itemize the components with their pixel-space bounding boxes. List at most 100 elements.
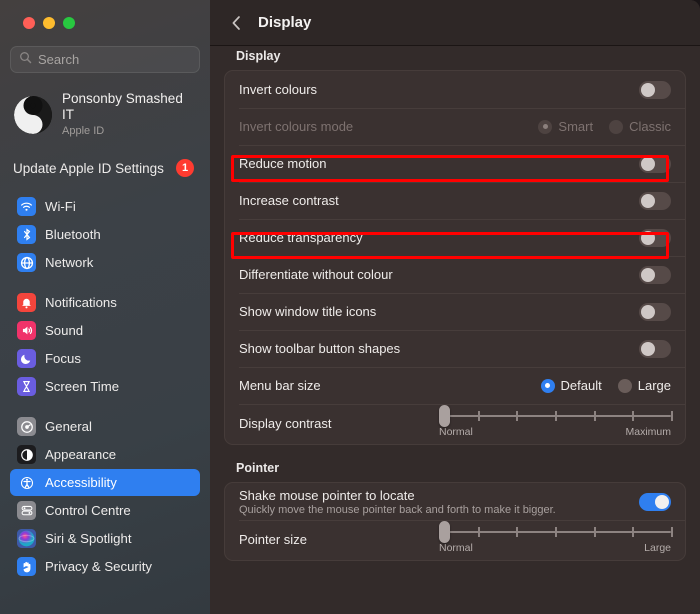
radio-option-large[interactable]: Large: [617, 378, 671, 393]
radio-option-smart[interactable]: Smart: [538, 119, 593, 134]
row-label: Show window title icons: [239, 304, 377, 319]
sidebar-item-siri-spotlight[interactable]: Siri & Spotlight: [10, 525, 200, 552]
search-field[interactable]: Search: [10, 46, 200, 73]
sidebar-item-accessibility[interactable]: Accessibility: [10, 469, 200, 496]
sidebar-item-bluetooth[interactable]: Bluetooth: [10, 221, 200, 248]
sidebar-item-label: Accessibility: [45, 475, 117, 490]
toggle-knob: [641, 82, 655, 97]
search-icon: [19, 51, 32, 69]
row-label: Pointer size: [239, 532, 307, 547]
radio-option-default[interactable]: Default: [540, 378, 602, 393]
minimize-button[interactable]: [43, 17, 55, 29]
toggle-invert-colours[interactable]: [639, 80, 671, 99]
sidebar-item-label: Control Centre: [45, 503, 131, 518]
row-text: Show window title icons: [239, 304, 376, 319]
row-reduce-transparency[interactable]: Reduce transparency: [225, 219, 685, 256]
row-show-toolbar-button-shapes[interactable]: Show toolbar button shapes: [225, 330, 685, 367]
main-panel: Display Display Invert colours Invert colo…: [210, 0, 700, 614]
sidebar-item-notifications[interactable]: Notifications: [10, 289, 200, 316]
sidebar-item-control-centre[interactable]: Control Centre: [10, 497, 200, 524]
radio-group-menu-bar-size: Default Large: [540, 378, 671, 393]
radio-group-invert-colours-mode: Smart Classic: [538, 119, 671, 134]
sidebar-item-label: Appearance: [45, 447, 117, 462]
toggle-differentiate-without-colour[interactable]: [639, 265, 671, 284]
slider-tick: [555, 527, 557, 537]
wifi-icon: [17, 197, 36, 216]
row-text: Invert colours: [239, 82, 317, 97]
close-button[interactable]: [23, 17, 35, 29]
row-show-window-title-icons[interactable]: Show window title icons: [225, 293, 685, 330]
radio-option-label: Large: [637, 378, 671, 393]
sidebar-item-appearance[interactable]: Appearance: [10, 441, 200, 468]
radio-option-classic[interactable]: Classic: [609, 119, 671, 134]
page-title: Display: [258, 14, 312, 31]
sidebar-item-network[interactable]: Network: [10, 249, 200, 276]
update-apple-id-settings-item[interactable]: Update Apple ID Settings 1: [10, 156, 200, 180]
toggle-reduce-transparency[interactable]: [639, 228, 671, 247]
slider-track[interactable]: [439, 521, 673, 543]
slider-tick: [477, 527, 480, 537]
settings-scroll-area[interactable]: Display Invert colours Invert colours mode…: [210, 46, 700, 614]
toggle-knob: [641, 267, 655, 282]
radio-option-label: Classic: [629, 119, 671, 134]
slider-max-label: Large: [644, 542, 671, 554]
system-settings-window: Search Ponsonby Smashed IT Apple ID Upda…: [0, 0, 700, 614]
apple-id-account-item[interactable]: Ponsonby Smashed IT Apple ID: [10, 87, 200, 142]
contrast-icon: [17, 445, 36, 464]
slider-track[interactable]: [439, 405, 673, 427]
moon-icon: [17, 349, 36, 368]
chevron-left-icon[interactable]: [228, 15, 244, 31]
row-text: Increase contrast: [239, 193, 339, 208]
toggle-show-toolbar-button-shapes[interactable]: [639, 339, 671, 358]
window-controls: [10, 0, 200, 29]
slider-min-label: Normal: [439, 542, 473, 554]
row-shake-mouse-pointer-to-locate[interactable]: Shake mouse pointer to locate Quickly mov…: [225, 483, 685, 520]
row-invert-colours[interactable]: Invert colours: [225, 71, 685, 108]
sidebar-item-label: Notifications: [45, 295, 117, 310]
sidebar-item-label: Focus: [45, 351, 81, 366]
sidebar-item-privacy-security[interactable]: Privacy & Security: [10, 553, 200, 580]
slider-display-contrast[interactable]: Normal Maximum: [439, 405, 673, 438]
slider-knob[interactable]: [439, 405, 450, 427]
sidebar-item-screen-time[interactable]: Screen Time: [10, 373, 200, 400]
toggle-show-window-title-icons[interactable]: [639, 302, 671, 321]
sidebar-item-general[interactable]: General: [10, 413, 200, 440]
row-label: Reduce transparency: [239, 230, 363, 245]
row-text: Show toolbar button shapes: [239, 341, 400, 356]
speaker-icon: [17, 321, 36, 340]
row-increase-contrast[interactable]: Increase contrast: [225, 182, 685, 219]
toggle-shake-mouse-pointer-to-locate[interactable]: [639, 492, 671, 511]
panel-header: Display: [210, 0, 700, 46]
slider-tick: [632, 411, 635, 421]
toggle-increase-contrast[interactable]: [639, 191, 671, 210]
maximize-button[interactable]: [63, 17, 75, 29]
slider-pointer-size[interactable]: Normal Large: [439, 521, 673, 554]
toggle-reduce-motion[interactable]: [639, 154, 671, 173]
update-label: Update Apple ID Settings: [13, 160, 164, 176]
slider-knob[interactable]: [439, 521, 450, 543]
row-label: Invert colours: [239, 82, 318, 97]
row-label: Differentiate without colour: [239, 267, 393, 282]
bluetooth-icon: [17, 225, 36, 244]
row-invert-colours-mode[interactable]: Invert colours mode Smart Classic: [225, 108, 685, 145]
hand-icon: [17, 557, 36, 576]
sidebar-group-2: General Appearance Accessibility Control Ce…: [10, 413, 200, 580]
sidebar-item-label: General: [45, 419, 92, 434]
toggle-knob: [641, 230, 655, 245]
sidebar: Search Ponsonby Smashed IT Apple ID Upda…: [0, 0, 210, 614]
row-pointer-size[interactable]: Pointer size Normal Large: [225, 520, 685, 560]
row-differentiate-without-colour[interactable]: Differentiate without colour: [225, 256, 685, 293]
sidebar-item-sound[interactable]: Sound: [10, 317, 200, 344]
row-text: Display contrast: [239, 416, 331, 431]
settings-card-pointer: Shake mouse pointer to locate Quickly mov…: [224, 482, 686, 561]
sidebar-item-label: Network: [45, 255, 94, 270]
radio-indicator: [538, 119, 553, 134]
sidebar-item-wi-fi[interactable]: Wi-Fi: [10, 193, 200, 220]
row-reduce-motion[interactable]: Reduce motion: [225, 145, 685, 182]
row-menu-bar-size[interactable]: Menu bar size Default Large: [225, 367, 685, 404]
row-label: Reduce motion: [239, 156, 327, 171]
slider-max-label: Maximum: [625, 426, 671, 438]
sidebar-item-focus[interactable]: Focus: [10, 345, 200, 372]
row-display-contrast[interactable]: Display contrast Normal Maximum: [225, 404, 685, 444]
sidebar-item-label: Wi-Fi: [45, 199, 76, 214]
